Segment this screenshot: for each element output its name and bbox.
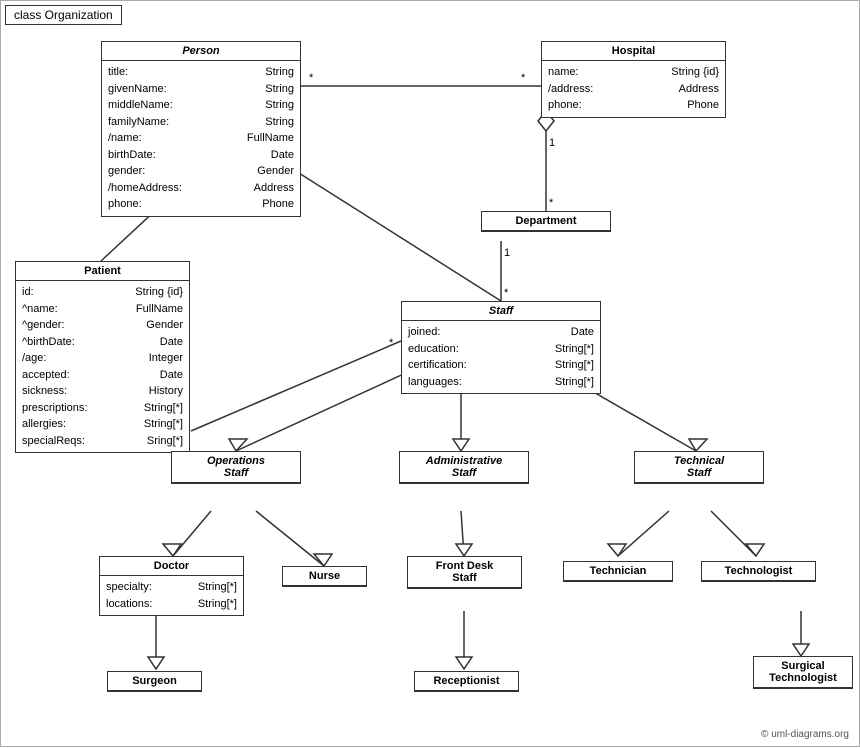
staff-class: Staff joined:Date education:String[*] ce… — [401, 301, 601, 394]
svg-text:*: * — [309, 72, 314, 84]
administrative-staff-header: Administrative Staff — [400, 452, 528, 483]
hospital-class: Hospital name:String {id} /address:Addre… — [541, 41, 726, 118]
technical-staff-class: Technical Staff — [634, 451, 764, 484]
surgeon-header: Surgeon — [108, 672, 201, 691]
technologist-class: Technologist — [701, 561, 816, 582]
staff-header: Staff — [402, 302, 600, 321]
svg-text:1: 1 — [549, 137, 555, 149]
person-body: title:String givenName:String middleName… — [102, 61, 300, 216]
department-class: Department — [481, 211, 611, 232]
patient-body: id:String {id} ^name:FullName ^gender:Ge… — [16, 281, 189, 452]
surgical-technologist-class: Surgical Technologist — [753, 656, 853, 689]
receptionist-header: Receptionist — [415, 672, 518, 691]
front-desk-staff-header: Front Desk Staff — [408, 557, 521, 588]
department-header: Department — [482, 212, 610, 231]
front-desk-staff-class: Front Desk Staff — [407, 556, 522, 589]
receptionist-class: Receptionist — [414, 671, 519, 692]
person-class: Person title:String givenName:String mid… — [101, 41, 301, 217]
administrative-staff-class: Administrative Staff — [399, 451, 529, 484]
svg-text:1: 1 — [504, 247, 510, 259]
surgical-technologist-header: Surgical Technologist — [754, 657, 852, 688]
copyright: © uml-diagrams.org — [761, 729, 849, 740]
nurse-header: Nurse — [283, 567, 366, 586]
hospital-header: Hospital — [542, 42, 725, 61]
staff-body: joined:Date education:String[*] certific… — [402, 321, 600, 393]
svg-text:*: * — [504, 287, 509, 299]
svg-text:*: * — [389, 337, 394, 349]
svg-text:*: * — [521, 72, 526, 84]
operations-staff-class: Operations Staff — [171, 451, 301, 484]
technologist-header: Technologist — [702, 562, 815, 581]
technical-staff-header: Technical Staff — [635, 452, 763, 483]
diagram-container: class Organization * * 1 * 1 * * * — [0, 0, 860, 747]
person-header: Person — [102, 42, 300, 61]
diagram-title: class Organization — [5, 5, 122, 25]
doctor-body: specialty:String[*] locations:String[*] — [100, 576, 243, 615]
operations-staff-header: Operations Staff — [172, 452, 300, 483]
technician-class: Technician — [563, 561, 673, 582]
svg-text:*: * — [549, 197, 554, 209]
patient-class: Patient id:String {id} ^name:FullName ^g… — [15, 261, 190, 453]
doctor-class: Doctor specialty:String[*] locations:Str… — [99, 556, 244, 616]
surgeon-class: Surgeon — [107, 671, 202, 692]
hospital-body: name:String {id} /address:Address phone:… — [542, 61, 725, 117]
technician-header: Technician — [564, 562, 672, 581]
nurse-class: Nurse — [282, 566, 367, 587]
patient-header: Patient — [16, 262, 189, 281]
doctor-header: Doctor — [100, 557, 243, 576]
